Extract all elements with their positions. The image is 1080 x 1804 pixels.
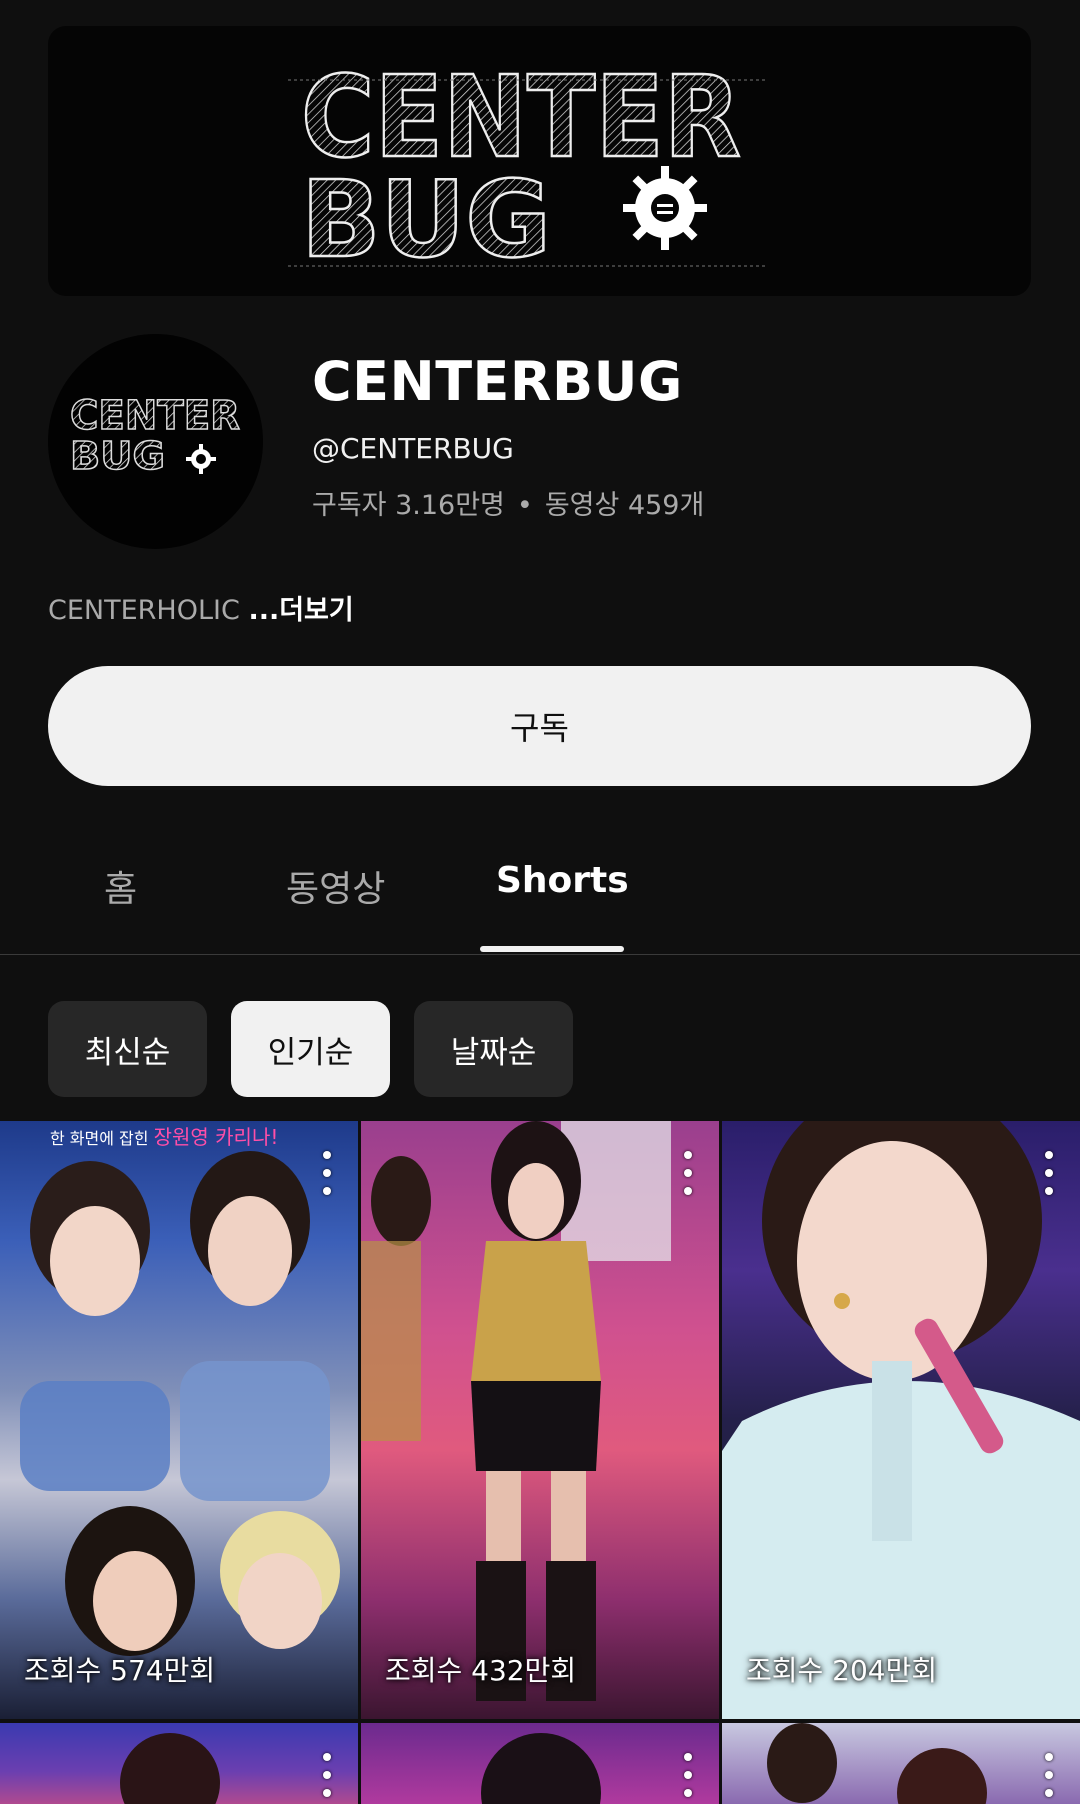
short-thumbnail[interactable]: 한 화면에 잡힌 장원영 카리나! 조회수 574만회 xyxy=(0,1121,358,1719)
channel-name: CENTERBUG xyxy=(312,350,683,413)
channel-handle: @CENTERBUG xyxy=(312,432,514,465)
bug-icon xyxy=(186,444,216,474)
short-thumbnail[interactable]: 조회수 204만회 xyxy=(722,1121,1080,1719)
short-thumbnail[interactable]: 조회수 432만회 xyxy=(361,1121,719,1719)
svg-text:CENTER: CENTER xyxy=(70,393,240,439)
subscribe-button[interactable]: 구독 xyxy=(48,666,1031,786)
short-thumbnail[interactable] xyxy=(722,1723,1080,1804)
more-options-icon[interactable] xyxy=(1044,1753,1054,1797)
more-options-icon[interactable] xyxy=(683,1753,693,1797)
short-view-count: 조회수 432만회 xyxy=(385,1654,577,1687)
chip-latest[interactable]: 최신순 xyxy=(48,1001,207,1097)
short-view-count: 조회수 204만회 xyxy=(746,1654,938,1687)
short-thumbnail[interactable] xyxy=(361,1723,719,1804)
thumbnail-art xyxy=(20,1151,340,1656)
centerbug-banner-logo: CENTER BUG xyxy=(288,52,768,282)
svg-text:BUG: BUG xyxy=(301,159,551,281)
thumbnail-art xyxy=(120,1733,220,1804)
channel-tabs: 홈 동영상 Shorts xyxy=(0,830,1080,955)
more-options-icon[interactable] xyxy=(322,1753,332,1797)
chip-oldest[interactable]: 날짜순 xyxy=(414,1001,573,1097)
more-options-icon[interactable] xyxy=(1044,1151,1054,1195)
channel-stats: 구독자 3.16만명 • 동영상 459개 xyxy=(312,483,704,522)
channel-description[interactable]: CENTERHOLIC ...더보기 xyxy=(48,588,354,627)
bug-icon xyxy=(623,166,707,250)
short-caption: 한 화면에 잡힌 장원영 카리나! xyxy=(50,1125,279,1149)
video-count: 동영상 459개 xyxy=(544,490,705,521)
thumbnail-art xyxy=(722,1121,1080,1719)
channel-avatar[interactable]: CENTER BUG xyxy=(48,334,263,549)
tab-videos[interactable]: 동영상 xyxy=(286,860,385,912)
tab-shorts[interactable]: Shorts xyxy=(496,860,629,901)
centerbug-avatar-logo: CENTER BUG xyxy=(69,392,241,479)
thumbnail-art xyxy=(767,1723,987,1804)
channel-banner: CENTER BUG xyxy=(48,26,1031,296)
stats-separator: • xyxy=(516,490,533,521)
svg-text:BUG: BUG xyxy=(70,434,165,478)
short-view-count: 조회수 574만회 xyxy=(24,1654,216,1687)
active-tab-indicator xyxy=(480,946,624,952)
thumbnail-art xyxy=(361,1121,671,1701)
more-link[interactable]: ...더보기 xyxy=(248,595,353,626)
more-options-icon[interactable] xyxy=(322,1151,332,1195)
more-options-icon[interactable] xyxy=(683,1151,693,1195)
subscriber-count: 구독자 3.16만명 xyxy=(312,490,505,521)
tab-home[interactable]: 홈 xyxy=(104,860,137,912)
thumbnail-art xyxy=(481,1733,601,1804)
short-thumbnail[interactable] xyxy=(0,1723,358,1804)
chip-popular[interactable]: 인기순 xyxy=(231,1001,390,1097)
description-text: CENTERHOLIC xyxy=(48,595,240,626)
